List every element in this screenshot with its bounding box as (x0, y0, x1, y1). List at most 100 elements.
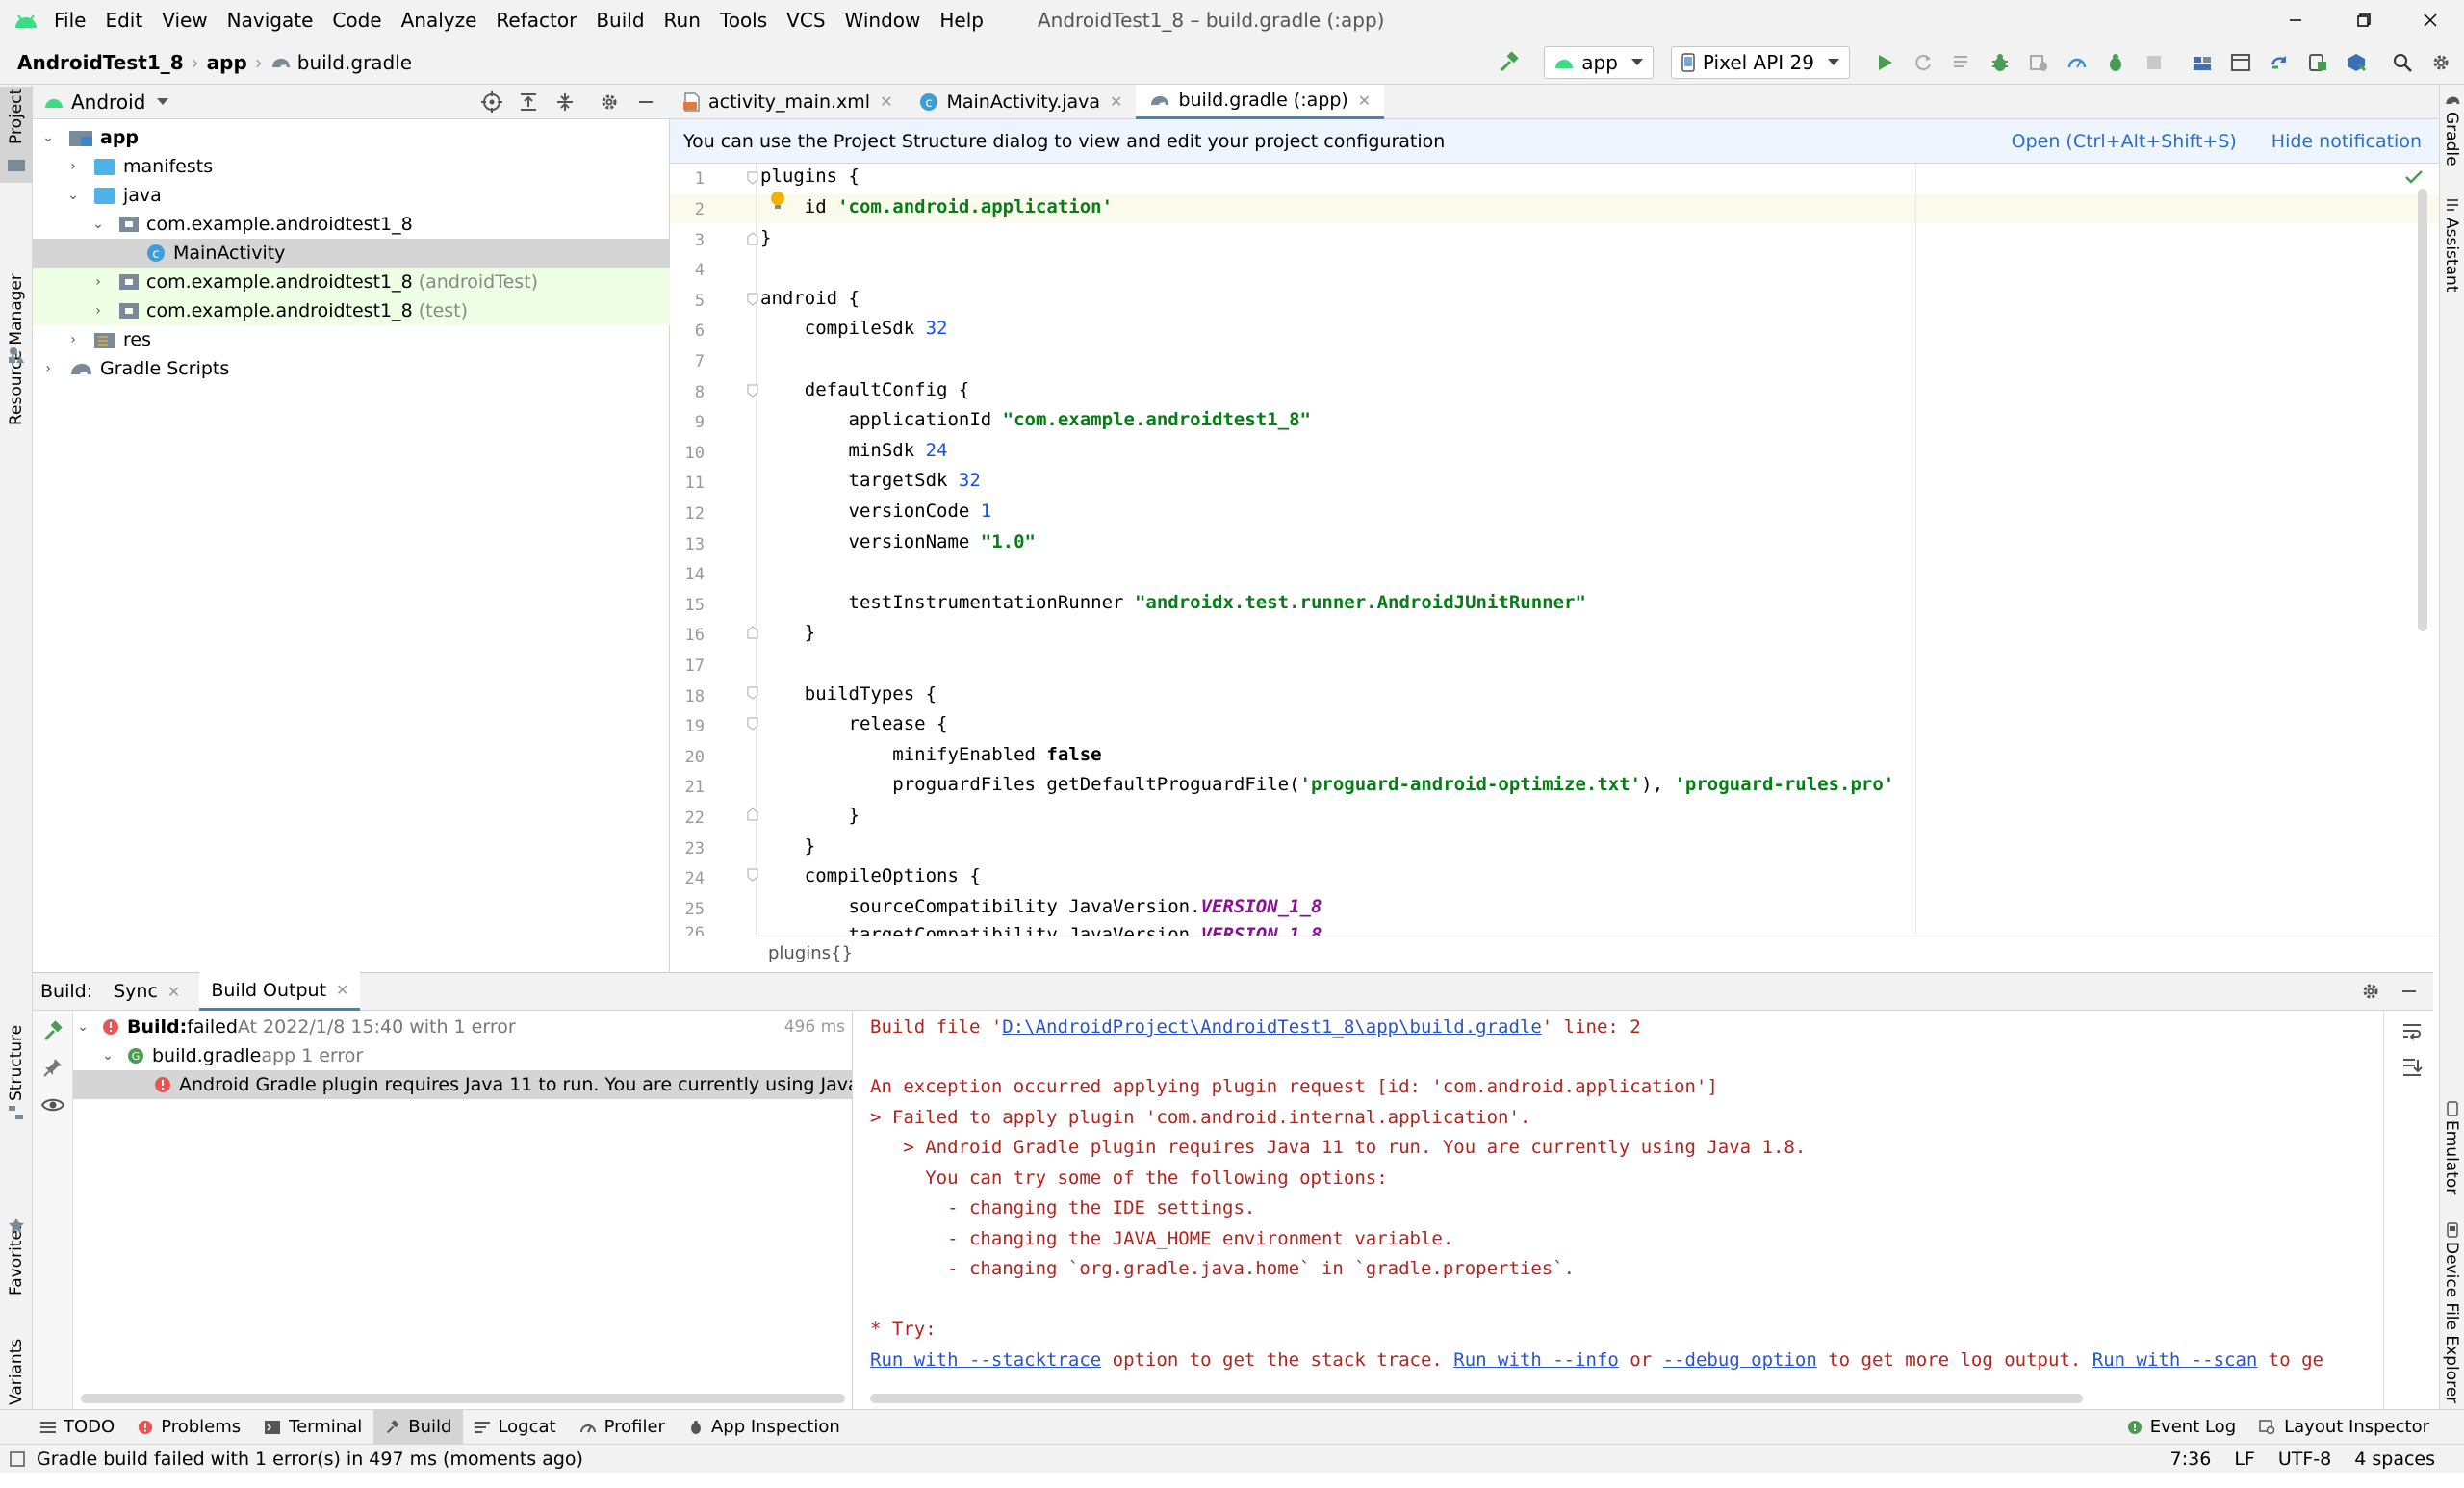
close-tab-icon[interactable]: ✕ (1110, 92, 1122, 111)
chevron-down-icon[interactable]: ⌄ (73, 1019, 92, 1035)
tool-build[interactable]: Build (373, 1409, 464, 1445)
tool-layout-inspector[interactable]: Layout Inspector (2247, 1410, 2441, 1445)
apply-changes-icon[interactable] (1906, 45, 1940, 80)
fold-marker-icon[interactable] (747, 686, 758, 700)
settings-gear-icon[interactable] (2424, 45, 2458, 80)
chevron-down-icon[interactable]: ⌄ (89, 217, 108, 232)
tree-item-manifests[interactable]: › manifests (33, 152, 670, 181)
chevron-down-icon[interactable] (157, 97, 169, 106)
menu-view[interactable]: View (162, 9, 207, 32)
status-toggle-icon[interactable] (10, 1450, 25, 1467)
editor-tab-activity-main[interactable]: activity_main.xml ✕ (670, 85, 906, 119)
fold-marker-icon[interactable] (747, 293, 758, 306)
device-manager-icon[interactable] (2300, 45, 2335, 80)
build-tree-root[interactable]: ⌄ Build: failed At 2022/1/8 15:40 with 1… (73, 1013, 852, 1041)
apply-code-changes-icon[interactable] (1944, 45, 1979, 80)
tree-item-package[interactable]: ⌄ com.example.androidtest1_8 (33, 210, 670, 239)
make-project-hammer-icon[interactable] (1492, 45, 1527, 80)
menu-help[interactable]: Help (939, 9, 984, 32)
menu-window[interactable]: Window (845, 9, 921, 32)
status-message[interactable]: Gradle build failed with 1 error(s) in 4… (37, 1449, 583, 1470)
sync-gradle-icon[interactable] (2262, 45, 2297, 80)
indent-setting[interactable]: 4 spaces (2354, 1449, 2435, 1470)
build-tree-hscrollbar[interactable] (81, 1394, 845, 1403)
tool-terminal[interactable]: Terminal (252, 1410, 373, 1445)
sdk-manager-icon[interactable] (2339, 45, 2374, 80)
build-file-link[interactable]: D:\AndroidProject\AndroidTest1_8\app\bui… (1002, 1016, 1542, 1038)
eye-icon[interactable] (41, 1095, 64, 1115)
code-editor[interactable] (757, 164, 2439, 936)
fold-marker-icon[interactable] (747, 868, 758, 882)
menu-refactor[interactable]: Refactor (496, 9, 577, 32)
chevron-right-icon[interactable]: › (64, 332, 83, 347)
build-tree-error[interactable]: Android Gradle plugin requires Java 11 t… (73, 1070, 852, 1099)
editor-breadcrumb-item[interactable]: plugins{} (768, 943, 853, 963)
chevron-down-icon[interactable]: ⌄ (98, 1048, 117, 1064)
intention-bulb-icon[interactable] (770, 191, 785, 212)
menu-vcs[interactable]: VCS (786, 9, 825, 32)
scroll-to-end-icon[interactable] (2401, 1057, 2423, 1078)
tool-tab-favorites[interactable]: Favorites (0, 1143, 33, 1296)
hide-panel-icon[interactable] (2399, 981, 2420, 1002)
hide-notification-link[interactable]: Hide notification (2272, 131, 2422, 152)
tool-app-inspection[interactable]: App Inspection (677, 1410, 852, 1445)
build-output-hscrollbar[interactable] (870, 1394, 2083, 1403)
minimize-icon[interactable] (2262, 11, 2329, 30)
build-tab-sync[interactable]: Sync ✕ (114, 972, 180, 1011)
debug-link[interactable]: --debug option (1663, 1349, 1817, 1371)
build-settings-gear-icon[interactable] (2360, 981, 2381, 1002)
run-icon[interactable] (1867, 45, 1902, 80)
locate-target-icon[interactable] (481, 90, 502, 113)
search-icon[interactable] (2385, 45, 2420, 80)
close-icon[interactable] (2397, 11, 2464, 30)
tree-item-package-test[interactable]: › com.example.androidtest1_8 (test) (33, 296, 670, 325)
fold-marker-icon[interactable] (747, 171, 758, 185)
panel-settings-gear-icon[interactable] (599, 91, 620, 113)
tree-item-gradle-scripts[interactable]: › Gradle Scripts (33, 354, 670, 383)
rebuild-hammer-icon[interactable] (41, 1020, 64, 1043)
tool-todo[interactable]: TODO (29, 1410, 126, 1445)
fold-marker-icon[interactable] (747, 384, 758, 398)
build-tab-output[interactable]: Build Output ✕ (199, 972, 361, 1011)
caret-position[interactable]: 7:36 (2170, 1449, 2212, 1470)
project-view-select[interactable]: Android (71, 90, 145, 114)
device-select[interactable]: Pixel API 29 (1670, 45, 1850, 79)
fold-marker-icon[interactable] (747, 717, 758, 731)
tree-item-res[interactable]: › res (33, 325, 670, 354)
menu-file[interactable]: File (54, 9, 86, 32)
close-tab-icon[interactable]: ✕ (880, 92, 892, 111)
fold-marker-icon[interactable] (747, 808, 758, 821)
build-tree-gradle-file[interactable]: ⌄ G build.gradle app 1 error (73, 1041, 852, 1070)
tool-event-log[interactable]: Event Log (2116, 1410, 2247, 1445)
collapse-all-icon[interactable] (554, 91, 576, 113)
editor-tab-build-gradle[interactable]: build.gradle (:app) ✕ (1136, 84, 1385, 119)
debug-attach-bug-icon[interactable] (2098, 45, 2133, 80)
project-structure-icon[interactable] (2185, 45, 2220, 80)
tool-profiler[interactable]: Profiler (568, 1410, 677, 1445)
editor-tab-mainactivity[interactable]: c MainActivity.java ✕ (906, 85, 1136, 119)
file-encoding[interactable]: UTF-8 (2278, 1449, 2331, 1470)
stop-icon[interactable] (2137, 45, 2171, 80)
tree-item-java[interactable]: ⌄ java (33, 181, 670, 210)
scan-link[interactable]: Run with --scan (2092, 1349, 2258, 1371)
soft-wrap-icon[interactable] (2401, 1022, 2423, 1041)
chevron-right-icon[interactable]: › (89, 274, 108, 290)
expand-all-icon[interactable] (518, 91, 539, 113)
breadcrumb-module[interactable]: app (207, 51, 247, 74)
chevron-down-icon[interactable]: ⌄ (38, 130, 58, 145)
editor-scrollbar[interactable] (2418, 189, 2427, 631)
tool-problems[interactable]: Problems (126, 1410, 252, 1445)
menu-run[interactable]: Run (664, 9, 701, 32)
hide-panel-icon[interactable] (635, 91, 656, 113)
layout-editor-icon[interactable] (2223, 45, 2258, 80)
menu-analyze[interactable]: Analyze (401, 9, 477, 32)
close-tab-icon[interactable]: ✕ (336, 981, 348, 999)
tree-item-package-androidtest[interactable]: › com.example.androidtest1_8 (androidTes… (33, 268, 670, 296)
menu-tools[interactable]: Tools (720, 9, 767, 32)
close-tab-icon[interactable]: ✕ (167, 983, 180, 1001)
fold-marker-icon[interactable] (747, 626, 758, 639)
menu-edit[interactable]: Edit (105, 9, 142, 32)
chevron-right-icon[interactable]: › (64, 159, 83, 174)
chevron-right-icon[interactable]: › (38, 361, 58, 376)
menu-code[interactable]: Code (332, 9, 381, 32)
